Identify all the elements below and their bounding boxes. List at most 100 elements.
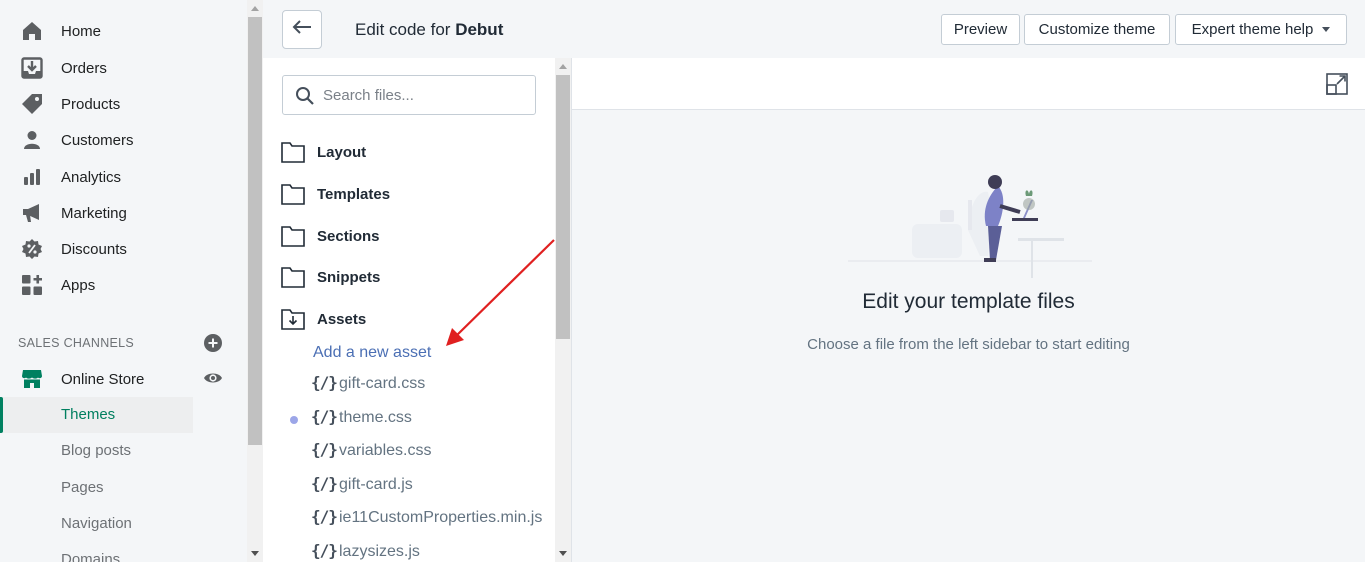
nav-label: Discounts	[61, 240, 127, 258]
search-box[interactable]	[282, 75, 536, 115]
search-input[interactable]	[323, 84, 523, 106]
nav-label: Products	[61, 95, 121, 113]
store-icon	[21, 368, 43, 390]
nav-sub-themes[interactable]: Themes	[0, 397, 193, 433]
empty-state-title: Edit your template files	[862, 290, 1075, 313]
file-name: theme.css	[339, 409, 412, 426]
developer-illustration	[848, 175, 1092, 278]
file-item[interactable]: {/} variables.css	[311, 439, 555, 465]
search-icon	[295, 86, 315, 106]
folder-label: Layout	[317, 144, 367, 161]
file-name: lazysizes.js	[339, 543, 420, 560]
nav-sub-navigation[interactable]: Navigation	[0, 506, 193, 542]
nav-sub-label: Navigation	[61, 515, 132, 532]
folder-label: Assets	[317, 311, 367, 328]
modified-dot-icon	[290, 416, 298, 424]
folder-snippets[interactable]: Snippets	[281, 264, 541, 292]
code-file-icon: {/}	[311, 373, 338, 392]
scroll-down-icon[interactable]	[559, 551, 567, 556]
nav-item-discounts[interactable]: Discounts	[0, 232, 247, 266]
folder-label: Snippets	[317, 269, 381, 286]
folder-icon	[281, 141, 305, 163]
eye-icon[interactable]	[203, 370, 223, 386]
sales-channels-heading: SALES CHANNELS	[18, 336, 135, 350]
nav-label: Home	[61, 22, 102, 40]
orders-icon	[21, 57, 43, 79]
button-label: Customize theme	[1038, 21, 1156, 38]
nav-label: Analytics	[61, 168, 122, 186]
empty-state-subtitle: Choose a file from the left sidebar to s…	[807, 336, 1130, 353]
file-name: variables.css	[339, 442, 432, 459]
apps-icon	[21, 274, 43, 296]
nav-item-home[interactable]: Home	[0, 14, 247, 48]
nav-label: Customers	[61, 131, 134, 149]
fullscreen-icon[interactable]	[1326, 73, 1348, 95]
nav-sub-pages[interactable]: Pages	[0, 470, 193, 506]
bar-chart-icon	[21, 166, 43, 188]
arrow-left-icon	[292, 19, 312, 40]
nav-item-marketing[interactable]: Marketing	[0, 196, 247, 230]
file-name: gift-card.js	[339, 476, 413, 493]
button-label: Expert theme help	[1191, 21, 1314, 38]
scroll-up-icon[interactable]	[559, 64, 567, 69]
nav-scrollbar[interactable]	[247, 0, 263, 562]
file-item[interactable]: {/} ie11CustomProperties.min.js	[311, 506, 555, 532]
tag-icon	[21, 93, 43, 115]
nav-label: Apps	[61, 276, 96, 294]
add-channel-icon[interactable]	[204, 334, 222, 352]
megaphone-icon	[21, 202, 43, 224]
folder-icon	[281, 266, 305, 288]
nav-item-products[interactable]: Products	[0, 87, 247, 121]
code-editor-area: Edit your template files Choose a file f…	[572, 58, 1365, 562]
nav-item-orders[interactable]: Orders	[0, 51, 247, 85]
nav-label: Marketing	[61, 204, 127, 222]
file-item[interactable]: {/} lazysizes.js	[311, 540, 555, 562]
back-button[interactable]	[282, 10, 322, 49]
editor-toolbar	[572, 58, 1365, 110]
folder-sections[interactable]: Sections	[281, 223, 541, 251]
scroll-up-icon[interactable]	[251, 6, 259, 11]
folder-label: Templates	[317, 186, 391, 203]
add-new-asset-link[interactable]: Add a new asset	[313, 344, 431, 362]
folder-icon	[281, 225, 305, 247]
folder-layout[interactable]: Layout	[281, 139, 541, 167]
nav-item-customers[interactable]: Customers	[0, 123, 247, 157]
code-file-icon: {/}	[311, 507, 338, 526]
nav-sub-label: Themes	[61, 406, 116, 423]
title-prefix: Edit code for	[355, 20, 451, 39]
scroll-thumb[interactable]	[248, 17, 262, 445]
nav-item-apps[interactable]: Apps	[0, 268, 247, 302]
caret-down-icon	[1322, 27, 1331, 32]
folder-icon	[281, 183, 305, 205]
expert-theme-help-button[interactable]: Expert theme help	[1175, 14, 1347, 45]
scroll-down-icon[interactable]	[251, 551, 259, 556]
button-label: Preview	[953, 21, 1008, 38]
nav-sub-label: Domains	[61, 551, 121, 562]
preview-button[interactable]: Preview	[941, 14, 1020, 45]
files-scrollbar[interactable]	[555, 58, 571, 562]
customize-theme-button[interactable]: Customize theme	[1024, 14, 1170, 45]
file-name: ie11CustomProperties.min.js	[339, 509, 543, 526]
file-item[interactable]: {/} gift-card.css	[311, 372, 555, 398]
folder-open-icon	[281, 308, 305, 330]
editor-header: Edit code for Debut Preview Customize th…	[263, 0, 1365, 58]
nav-sub-label: Pages	[61, 479, 104, 496]
nav-item-analytics[interactable]: Analytics	[0, 160, 247, 194]
folder-templates[interactable]: Templates	[281, 181, 541, 209]
nav-label: Orders	[61, 59, 107, 77]
nav-sub-blog-posts[interactable]: Blog posts	[0, 433, 193, 469]
nav-sub-label: Blog posts	[61, 442, 132, 459]
folder-assets[interactable]: Assets	[281, 306, 541, 334]
page-title: Edit code for Debut	[355, 20, 503, 40]
file-item[interactable]: {/} gift-card.js	[311, 473, 555, 499]
nav-sub-domains[interactable]: Domains	[0, 542, 193, 562]
admin-sidebar: Home Orders Products Customers Analytics…	[0, 0, 247, 562]
code-file-icon: {/}	[311, 440, 338, 459]
folder-label: Sections	[317, 228, 380, 245]
code-file-icon: {/}	[311, 541, 338, 560]
file-name: gift-card.css	[339, 375, 426, 392]
code-file-icon: {/}	[311, 474, 338, 493]
person-icon	[21, 129, 43, 151]
file-item[interactable]: {/} theme.css	[290, 406, 555, 432]
scroll-thumb[interactable]	[556, 75, 570, 339]
